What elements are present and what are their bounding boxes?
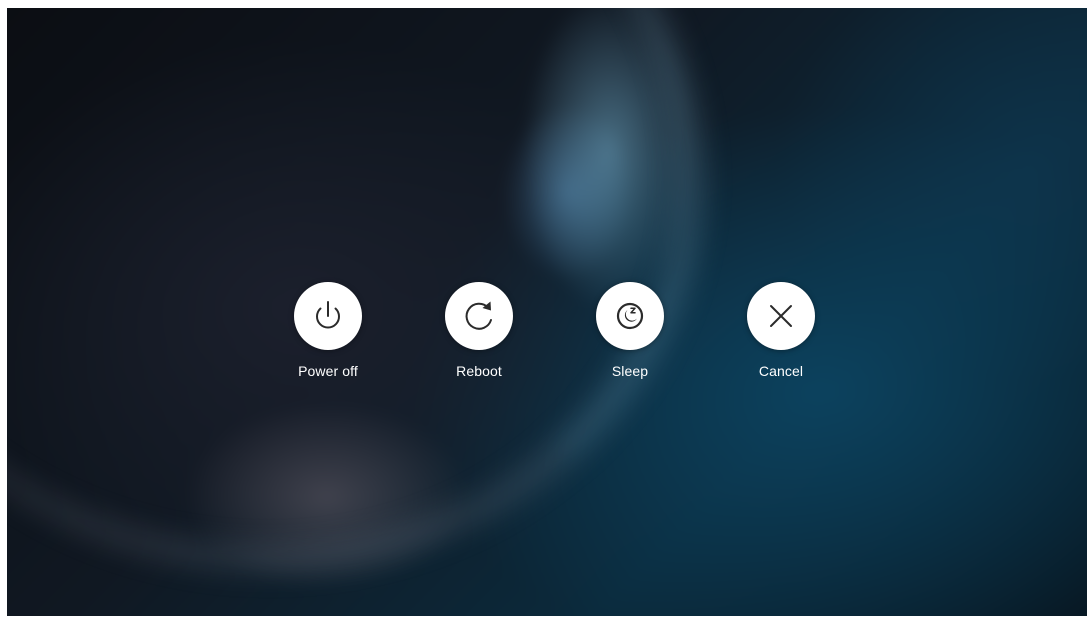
- cancel-button[interactable]: Cancel: [726, 282, 836, 379]
- sleep-icon: [610, 296, 650, 336]
- desktop-screen: Power off Reboot Sleep Cancel: [7, 8, 1087, 616]
- sleep-button[interactable]: Sleep: [575, 282, 685, 379]
- power-off-label: Power off: [298, 363, 358, 379]
- close-icon: [761, 296, 801, 336]
- reboot-button[interactable]: Reboot: [424, 282, 534, 379]
- sleep-label: Sleep: [611, 363, 649, 379]
- reboot-label: Reboot: [456, 363, 502, 379]
- sleep-icon-circle[interactable]: [596, 282, 664, 350]
- cancel-icon-circle[interactable]: [747, 282, 815, 350]
- cancel-label: Cancel: [758, 363, 804, 379]
- power-off-icon-circle[interactable]: [294, 282, 362, 350]
- reboot-icon-circle[interactable]: [445, 282, 513, 350]
- power-off-button[interactable]: Power off: [273, 282, 383, 379]
- power-icon: [308, 296, 348, 336]
- reboot-icon: [459, 296, 499, 336]
- power-menu: Power off Reboot Sleep Cancel: [7, 282, 1087, 392]
